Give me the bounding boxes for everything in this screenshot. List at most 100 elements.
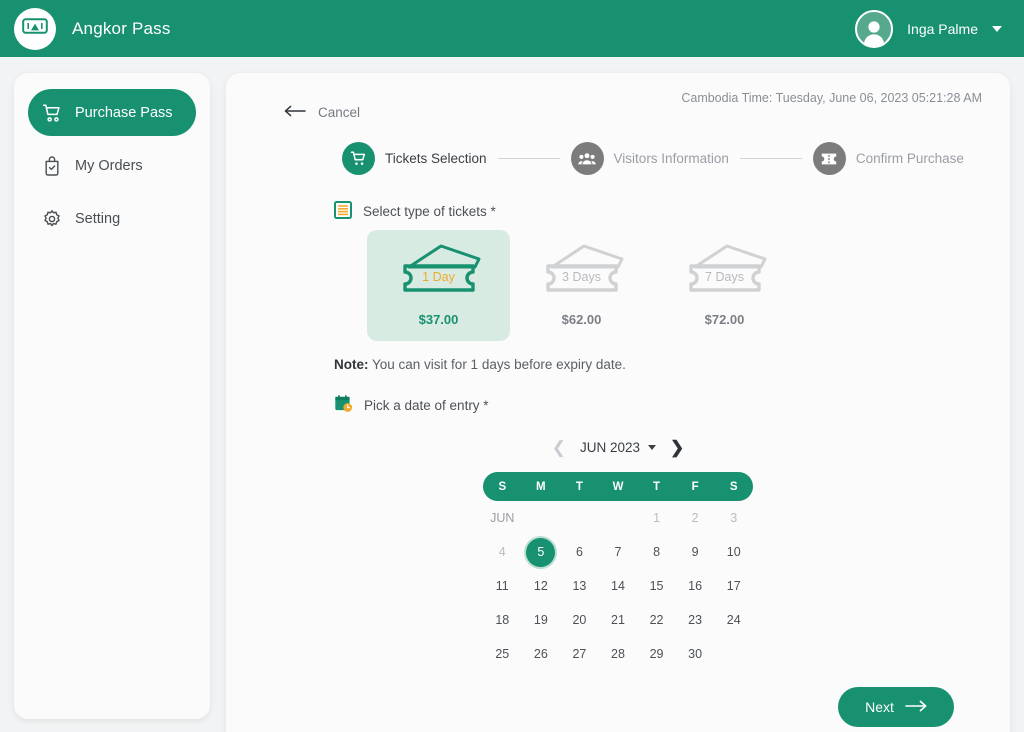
step-visitors-information[interactable]: Visitors Information: [570, 142, 729, 175]
content-topline: Cancel Cambodia Time: Tuesday, June 06, …: [254, 91, 982, 120]
app-header: Angkor Pass Inga Palme: [0, 0, 1024, 57]
calendar-day[interactable]: 7: [599, 535, 638, 569]
tickets-section-label: Select type of tickets *: [334, 201, 982, 222]
ticket-price: $37.00: [418, 312, 459, 327]
ticket-shape-icon: 1 Day: [389, 242, 489, 304]
ticket-option-7-days[interactable]: 7 Days $72.00: [653, 230, 796, 341]
calendar-day[interactable]: 29: [637, 637, 676, 671]
step-connector: [497, 158, 560, 159]
calendar-day[interactable]: 15: [637, 569, 676, 603]
ticket-option-3-days[interactable]: 3 Days $62.00: [510, 230, 653, 341]
ticket-shape-icon: 7 Days: [675, 242, 775, 304]
people-group-icon: [570, 142, 604, 175]
chevron-right-icon[interactable]: ❯: [670, 439, 684, 456]
ticket-list-icon: [334, 201, 352, 222]
weekday-label: S: [498, 480, 507, 493]
calendar-weekday-header: S M T W T F S: [483, 472, 753, 501]
user-menu[interactable]: Inga Palme: [855, 9, 1002, 48]
calendar-day[interactable]: 26: [522, 637, 561, 671]
calendar-day[interactable]: 16: [676, 569, 715, 603]
arrow-left-icon: [284, 105, 306, 120]
step-tickets-selection[interactable]: Tickets Selection: [342, 142, 487, 175]
cancel-button[interactable]: Cancel: [284, 105, 360, 120]
date-picker: ❮ JUN 2023 ❯ S M T W T F S JUN 1 2 3 4 5 6 7 8 9 1…: [483, 430, 753, 671]
avatar[interactable]: [855, 9, 894, 48]
date-section-label-text: Pick a date of entry *: [364, 397, 489, 413]
calendar-day: 2: [691, 511, 699, 525]
ticket-duration-label: 3 Days: [562, 270, 601, 284]
chevron-left-icon[interactable]: ❮: [552, 439, 566, 456]
progress-stepper: Tickets Selection Visitors Information C…: [342, 142, 982, 175]
shopping-cart-icon: [42, 103, 62, 123]
calendar-day[interactable]: 28: [599, 637, 638, 671]
calendar-day: 4: [498, 545, 506, 559]
weekday-label: T: [575, 480, 583, 493]
step-label: Visitors Information: [613, 151, 729, 166]
sidebar-item-setting[interactable]: Setting: [28, 195, 196, 242]
shopping-cart-icon: [342, 142, 375, 175]
calendar-day[interactable]: 19: [522, 603, 561, 637]
calendar-clock-icon: [334, 394, 353, 416]
calendar-day[interactable]: 13: [560, 569, 599, 603]
calendar-day[interactable]: 12: [522, 569, 561, 603]
calendar-day-selected[interactable]: 5: [522, 535, 561, 569]
ticket-duration-label: 1 Day: [422, 270, 455, 284]
calendar-month-selector[interactable]: JUN 2023: [580, 440, 657, 455]
calendar-empty-cell: [522, 501, 561, 535]
calendar-day[interactable]: 27: [560, 637, 599, 671]
calendar-day[interactable]: 18: [483, 603, 522, 637]
sidebar-item-my-orders[interactable]: My Orders: [28, 142, 196, 189]
calendar-day[interactable]: 17: [714, 569, 753, 603]
page-body: Purchase Pass My Orders Setting Cancel C…: [0, 57, 1024, 732]
user-avatar-icon: [863, 20, 885, 46]
calendar-day[interactable]: 21: [599, 603, 638, 637]
app-title: Angkor Pass: [72, 18, 171, 38]
calendar-day[interactable]: 11: [483, 569, 522, 603]
ticket-temple-icon: [22, 17, 48, 40]
weekday-label: S: [729, 480, 738, 493]
weekday-label: W: [612, 480, 624, 493]
calendar-day[interactable]: 8: [637, 535, 676, 569]
ticket-duration-label: 7 Days: [705, 270, 744, 284]
tickets-section-label-text: Select type of tickets *: [363, 204, 496, 219]
gear-icon: [42, 209, 62, 229]
order-bag-icon: [42, 155, 62, 176]
note-prefix: Note:: [334, 357, 369, 372]
weekday-label: T: [653, 480, 661, 493]
main-panel: Cancel Cambodia Time: Tuesday, June 06, …: [226, 73, 1010, 732]
ticket-price: $62.00: [561, 312, 602, 327]
calendar-day[interactable]: 30: [676, 637, 715, 671]
brand-logo: [14, 7, 56, 50]
sidebar: Purchase Pass My Orders Setting: [14, 73, 210, 719]
calendar-day[interactable]: 10: [714, 535, 753, 569]
calendar-day: 1: [653, 511, 661, 525]
calendar-day[interactable]: 23: [676, 603, 715, 637]
date-section-label: Pick a date of entry *: [334, 394, 982, 416]
user-name: Inga Palme: [907, 20, 978, 37]
ticket-price: $72.00: [704, 312, 745, 327]
calendar-day[interactable]: 6: [560, 535, 599, 569]
calendar-day: 3: [730, 511, 738, 525]
next-button-label: Next: [865, 699, 894, 715]
calendar-day[interactable]: 20: [560, 603, 599, 637]
ticket-options: 1 Day $37.00 3 Days $62.00 7 Days $72.00: [367, 230, 982, 341]
calendar-empty-cell: [714, 637, 753, 671]
calendar-day[interactable]: 22: [637, 603, 676, 637]
calendar-empty-cell: [599, 501, 638, 535]
next-button[interactable]: Next: [838, 687, 954, 727]
calendar-day[interactable]: 9: [676, 535, 715, 569]
calendar-day[interactable]: 25: [483, 637, 522, 671]
chevron-down-icon[interactable]: [992, 25, 1002, 32]
calendar-day[interactable]: 24: [714, 603, 753, 637]
sidebar-item-label: Setting: [75, 210, 121, 227]
next-row: Next: [254, 687, 982, 727]
step-confirm-purchase[interactable]: Confirm Purchase: [812, 142, 964, 175]
calendar-day[interactable]: 14: [599, 569, 638, 603]
sidebar-item-label: My Orders: [75, 157, 143, 174]
ticket-option-1-day[interactable]: 1 Day $37.00: [367, 230, 510, 341]
sidebar-item-purchase-pass[interactable]: Purchase Pass: [28, 89, 196, 136]
brand: Angkor Pass: [14, 7, 171, 50]
note-body: You can visit for 1 days before expiry d…: [368, 357, 626, 372]
step-label: Tickets Selection: [385, 151, 487, 166]
step-connector: [739, 158, 802, 159]
